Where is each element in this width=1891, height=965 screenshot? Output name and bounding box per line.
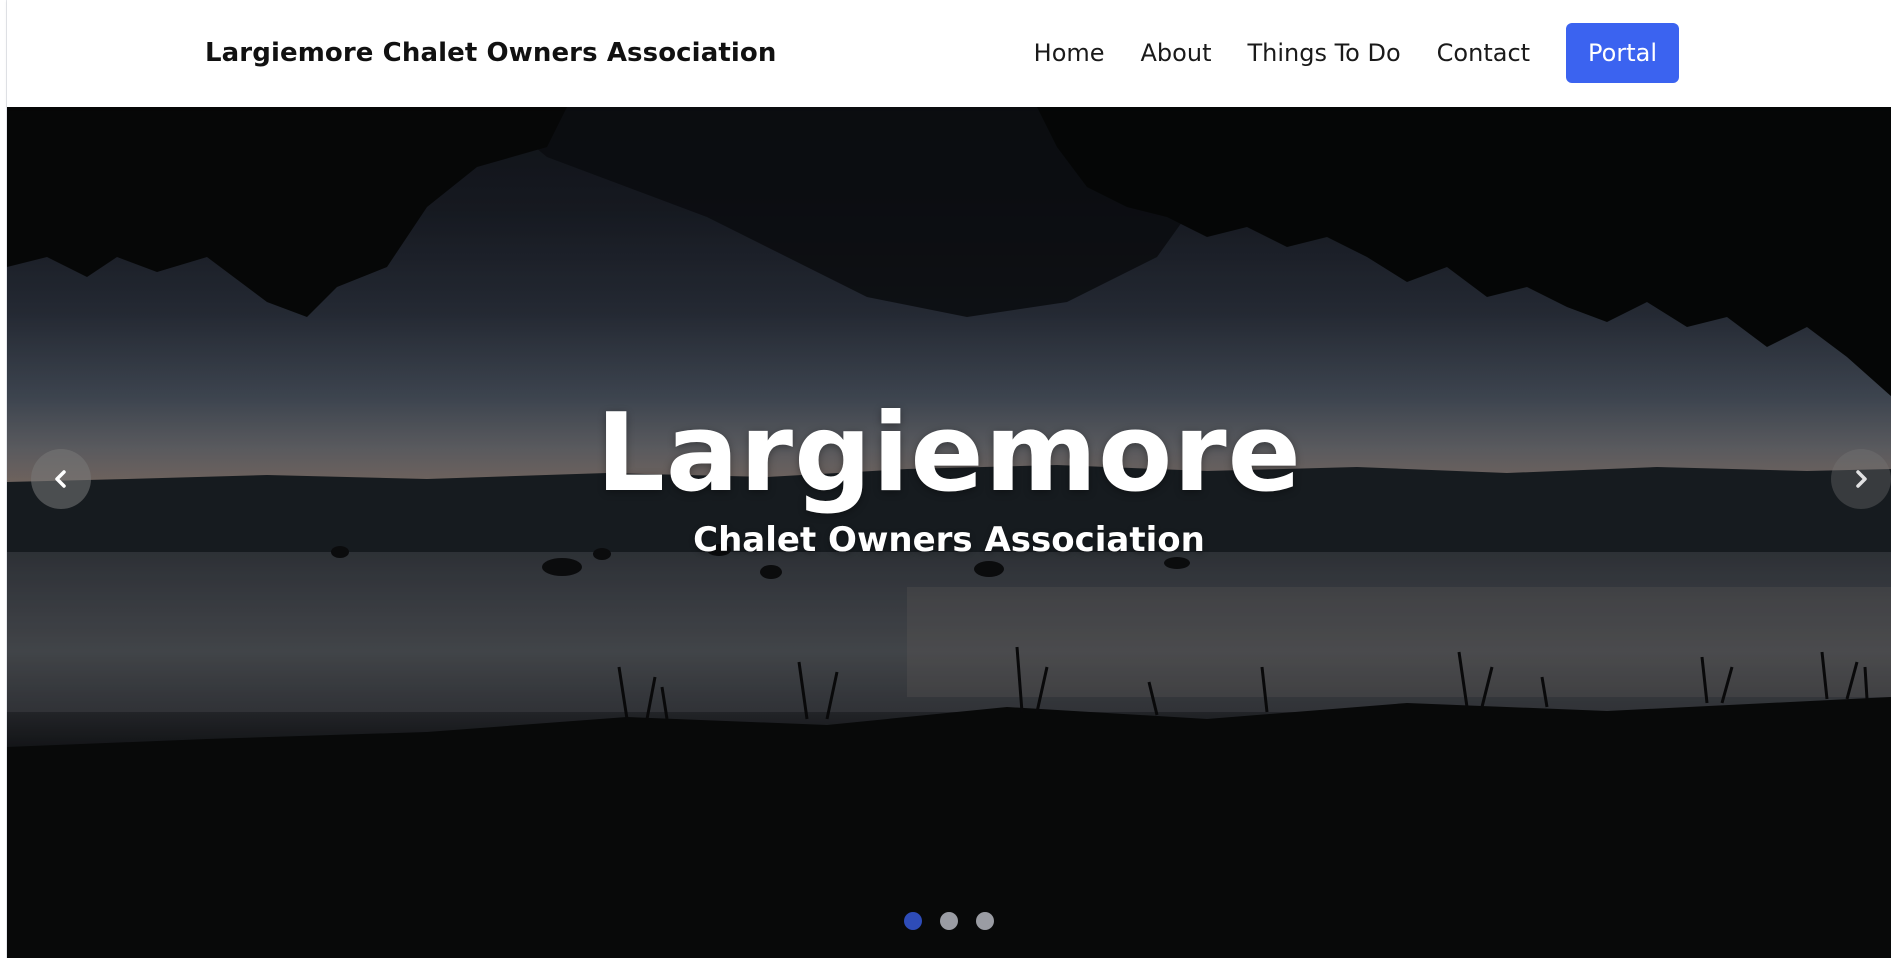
- site-frame: Largiemore Chalet Owners Association Hom…: [6, 0, 1891, 958]
- carousel-next-button[interactable]: [1831, 449, 1891, 509]
- nav-about-link[interactable]: About: [1141, 39, 1212, 67]
- site-brand[interactable]: Largiemore Chalet Owners Association: [205, 38, 776, 68]
- hero-subtitle: Chalet Owners Association: [693, 520, 1205, 560]
- site-header: Largiemore Chalet Owners Association Hom…: [7, 0, 1891, 107]
- carousel-dot-2[interactable]: [940, 912, 958, 930]
- chevron-right-icon: [1856, 470, 1867, 488]
- carousel-dot-1[interactable]: [904, 912, 922, 930]
- carousel-dot-3[interactable]: [976, 912, 994, 930]
- carousel-indicators: [7, 912, 1891, 930]
- nav-things-to-do-link[interactable]: Things To Do: [1247, 39, 1400, 67]
- hero-title: Largiemore: [596, 391, 1302, 516]
- nav-contact-link[interactable]: Contact: [1437, 39, 1530, 67]
- hero-carousel: Largiemore Chalet Owners Association: [7, 107, 1891, 958]
- portal-button[interactable]: Portal: [1566, 23, 1679, 83]
- nav-home-link[interactable]: Home: [1034, 39, 1105, 67]
- main-nav: Home About Things To Do Contact Portal: [1034, 23, 1679, 83]
- page: Largiemore Chalet Owners Association Hom…: [0, 0, 1891, 965]
- chevron-left-icon: [55, 470, 66, 488]
- carousel-prev-button[interactable]: [31, 449, 91, 509]
